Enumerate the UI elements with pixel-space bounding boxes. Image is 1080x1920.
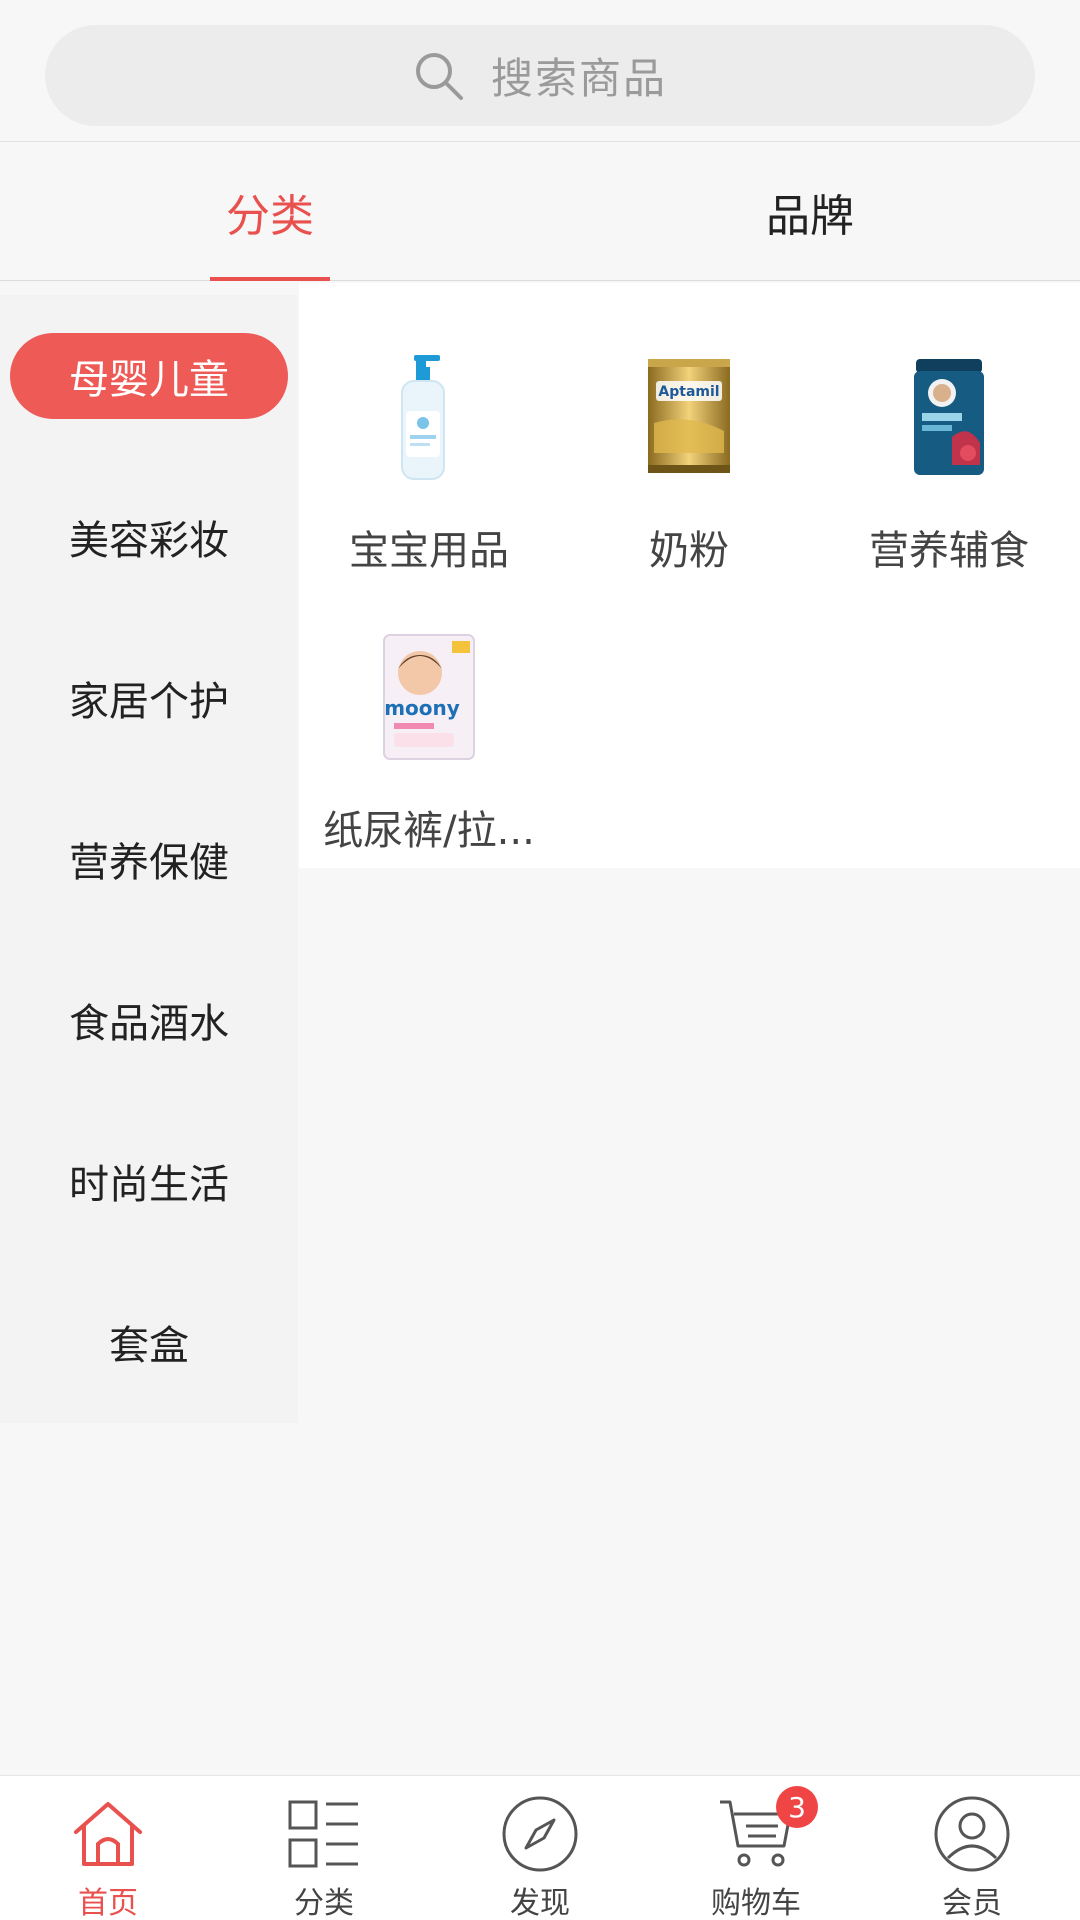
can-brand-text: Aptamil (658, 384, 719, 400)
nav-label: 分类 (294, 1886, 354, 1920)
category-list-icon (288, 1800, 358, 1868)
sidebar-item-home-care[interactable]: 家居个护 (10, 655, 288, 741)
subcategory-label: 奶粉 (649, 528, 729, 574)
sidebar-item-mother-baby[interactable]: 母婴儿童 (10, 333, 288, 419)
baby-cereal-canister-image (914, 359, 984, 475)
cart-badge: 3 (776, 1786, 818, 1828)
nav-cart[interactable]: 3 购物车 (648, 1776, 864, 1920)
nav-label: 购物车 (711, 1886, 801, 1920)
category-brand-tabs: 分类 品牌 (0, 143, 1080, 281)
sidebar-item-beauty[interactable]: 美容彩妆 (10, 494, 288, 580)
nav-home[interactable]: 首页 (0, 1776, 216, 1920)
category-sidebar: 母婴儿童 美容彩妆 家居个护 营养保健 食品酒水 时尚生活 套盒 (0, 295, 298, 1423)
user-icon (934, 1796, 1010, 1872)
diaper-pack-image: moony (383, 634, 475, 760)
sidebar-item-fashion[interactable]: 时尚生活 (10, 1138, 288, 1224)
search-placeholder: 搜索商品 (490, 54, 667, 103)
compass-icon (502, 1796, 578, 1872)
pack-brand-text: moony (384, 696, 460, 720)
bottom-navigation: 首页 分类 发现 3 购物车 会员 (0, 1775, 1080, 1920)
nav-member[interactable]: 会员 (864, 1776, 1080, 1920)
search-input[interactable]: 搜索商品 (45, 25, 1035, 126)
milk-powder-can-image: Aptamil (648, 359, 730, 473)
sidebar-item-nutrition[interactable]: 营养保健 (10, 816, 288, 902)
home-icon (74, 1802, 142, 1866)
search-bar-area: 搜索商品 (0, 0, 1080, 142)
tab-brand[interactable]: 品牌 (710, 143, 910, 281)
nav-discover[interactable]: 发现 (432, 1776, 648, 1920)
subcategory-item-diapers[interactable]: moony 纸尿裤/拉... (299, 563, 559, 854)
sidebar-item-gift-box[interactable]: 套盒 (10, 1299, 288, 1385)
sidebar-item-food-drinks[interactable]: 食品酒水 (10, 977, 288, 1063)
subcategory-label: 纸尿裤/拉... (323, 808, 535, 854)
nav-category[interactable]: 分类 (216, 1776, 432, 1920)
nav-label: 会员 (942, 1886, 1002, 1920)
active-tab-indicator (210, 277, 330, 281)
nav-label: 首页 (78, 1886, 138, 1920)
subcategory-item-milk-powder[interactable]: Aptamil 奶粉 (559, 283, 819, 574)
search-icon (415, 52, 463, 100)
subcategory-item-baby-goods[interactable]: 宝宝用品 (299, 283, 559, 574)
subcategory-item-complementary-food[interactable]: 营养辅食 (819, 283, 1079, 574)
subcategory-grid: 宝宝用品 Aptamil 奶粉 营养辅食 moony 纸尿裤/拉... (299, 283, 1080, 868)
nav-label: 发现 (510, 1886, 570, 1920)
baby-wash-bottle-image (401, 355, 445, 480)
subcategory-label: 营养辅食 (869, 528, 1029, 574)
tab-category[interactable]: 分类 (170, 143, 370, 281)
